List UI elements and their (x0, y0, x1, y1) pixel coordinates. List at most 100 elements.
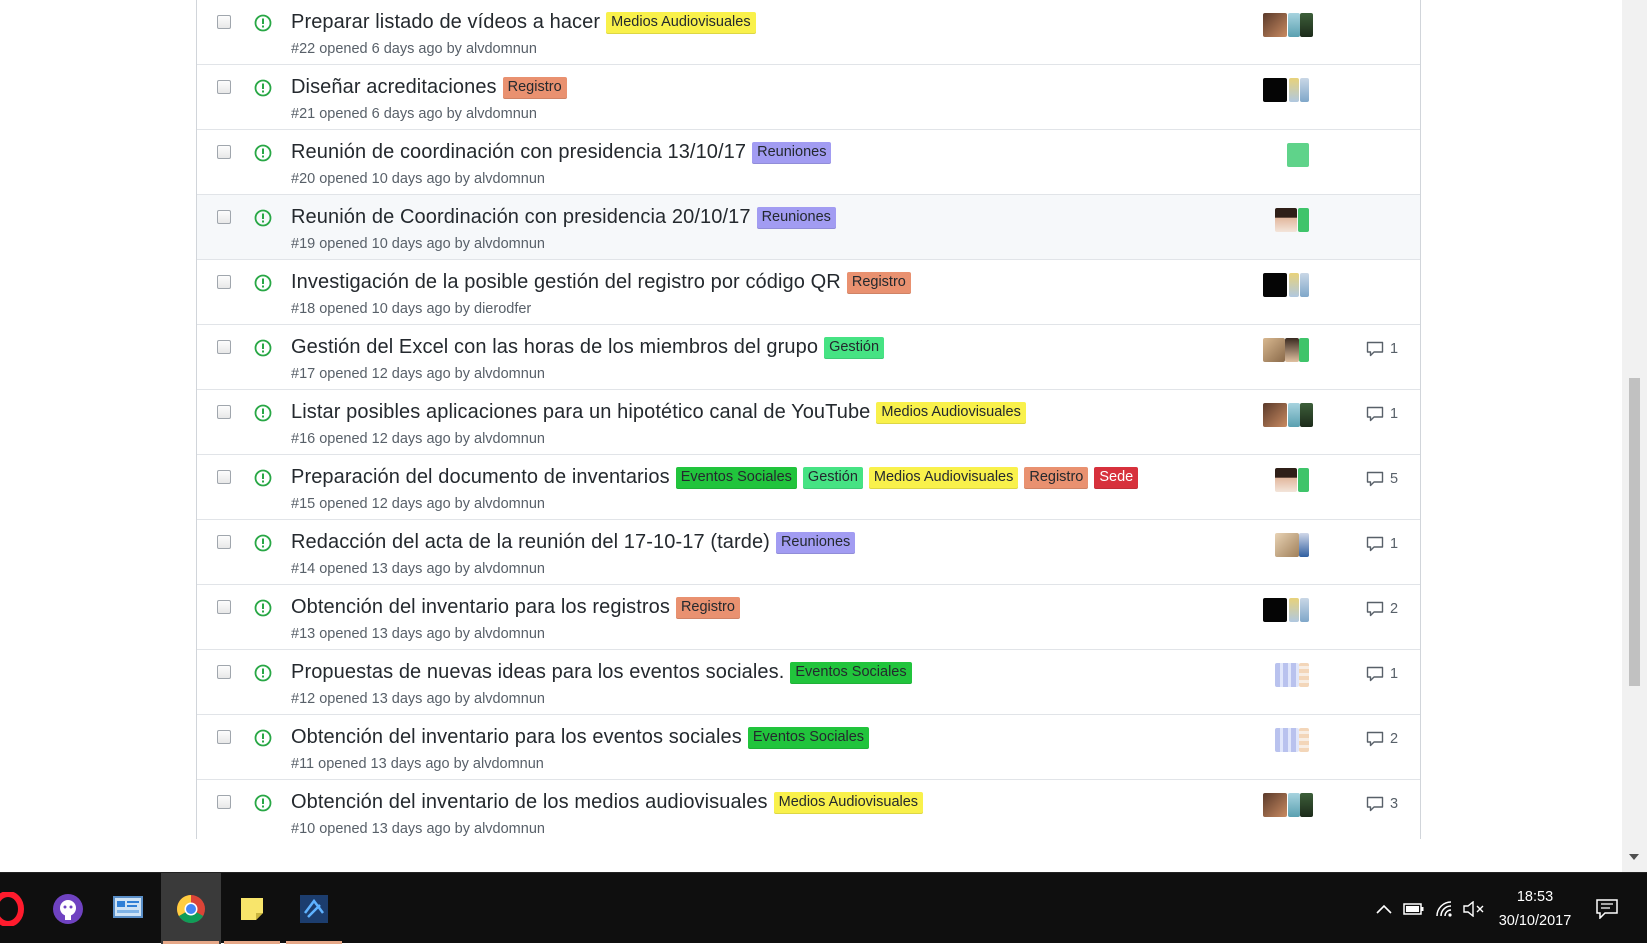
issue-row[interactable]: Diseñar acreditaciones Registro #21 opened… (197, 64, 1420, 129)
issue-checkbox[interactable] (217, 470, 231, 484)
issue-title-link[interactable]: Gestión del Excel con las horas de los m… (291, 336, 818, 359)
issue-label[interactable]: Sede (1094, 466, 1139, 489)
avatar[interactable] (1289, 598, 1299, 622)
comments-link[interactable]: 1 (1366, 406, 1398, 422)
issue-label[interactable]: Gestión (802, 466, 863, 489)
avatar[interactable] (1263, 403, 1287, 427)
avatar[interactable] (1289, 273, 1299, 297)
issue-checkbox[interactable] (217, 405, 231, 419)
issue-label[interactable]: Reuniones (775, 531, 856, 554)
comments-link[interactable]: 1 (1366, 536, 1398, 552)
issue-label[interactable]: Gestión (824, 336, 885, 359)
comments-link[interactable]: 2 (1366, 601, 1398, 617)
avatar[interactable] (1263, 338, 1285, 362)
issue-row[interactable]: Listar posibles aplicaciones para un hip… (197, 389, 1420, 454)
issue-label[interactable]: Reuniones (756, 206, 836, 229)
issue-row[interactable]: Reunión de coordinación con presidencia … (197, 129, 1420, 194)
show-hidden-icons[interactable] (1375, 873, 1393, 944)
avatar[interactable] (1298, 208, 1309, 232)
issue-checkbox[interactable] (217, 730, 231, 744)
issue-title-link[interactable]: Propuestas de nuevas ideas para los even… (291, 661, 784, 684)
avatar[interactable] (1263, 598, 1287, 622)
assignee-avatars[interactable] (1263, 13, 1333, 39)
avatar[interactable] (1300, 78, 1309, 102)
issue-row[interactable]: Propuestas de nuevas ideas para los even… (197, 649, 1420, 714)
avatar[interactable] (1288, 13, 1300, 37)
avatar[interactable] (1300, 403, 1313, 427)
issue-row[interactable]: Gestión del Excel con las horas de los m… (197, 324, 1420, 389)
issue-label[interactable]: Registro (675, 596, 740, 619)
control-panel-icon[interactable] (98, 873, 158, 944)
action-center-icon[interactable] (1596, 873, 1618, 944)
opera-icon[interactable] (0, 873, 38, 944)
chrome-icon[interactable] (161, 873, 221, 944)
issue-checkbox[interactable] (217, 600, 231, 614)
issue-label[interactable]: Registro (846, 271, 911, 294)
avatar[interactable] (1275, 533, 1299, 557)
avatar[interactable] (1299, 663, 1309, 687)
avatar[interactable] (1288, 793, 1300, 817)
avatar[interactable] (1275, 468, 1297, 492)
scrollbar-thumb[interactable] (1629, 378, 1640, 686)
avatar[interactable] (1299, 728, 1309, 752)
assignee-avatars[interactable] (1263, 533, 1333, 559)
issue-label[interactable]: Medios Audiovisuales (868, 466, 1019, 489)
issue-label[interactable]: Registro (502, 76, 567, 99)
issue-title-link[interactable]: Reunión de coordinación con presidencia … (291, 141, 746, 164)
avatar[interactable] (1289, 78, 1299, 102)
assignee-avatars[interactable] (1263, 598, 1333, 624)
issue-row[interactable]: Obtención del inventario para los regist… (197, 584, 1420, 649)
issue-label[interactable]: Eventos Sociales (790, 661, 912, 684)
avatar[interactable] (1275, 208, 1297, 232)
issue-title-link[interactable]: Investigación de la posible gestión del … (291, 271, 841, 294)
avatar[interactable] (1298, 468, 1309, 492)
issue-label[interactable]: Eventos Sociales (675, 466, 797, 489)
comments-link[interactable]: 1 (1366, 666, 1398, 682)
avatar[interactable] (1287, 143, 1309, 167)
issue-title-link[interactable]: Obtención del inventario de los medios a… (291, 791, 768, 814)
issue-checkbox[interactable] (217, 275, 231, 289)
assignee-avatars[interactable] (1263, 78, 1333, 104)
issue-row[interactable]: Reunión de Coordinación con presidencia … (197, 194, 1420, 259)
avatar[interactable] (1263, 793, 1287, 817)
assignee-avatars[interactable] (1263, 793, 1333, 819)
assignee-avatars[interactable] (1263, 338, 1333, 364)
assignee-avatars[interactable] (1263, 728, 1333, 754)
avatar[interactable] (1263, 273, 1287, 297)
assignee-avatars[interactable] (1263, 403, 1333, 429)
comments-link[interactable]: 3 (1366, 796, 1398, 812)
avatar[interactable] (1300, 598, 1309, 622)
avatar[interactable] (1300, 13, 1313, 37)
avatar[interactable] (1299, 533, 1309, 557)
issue-row[interactable]: Preparar listado de vídeos a hacer Medios… (197, 0, 1420, 64)
avatar[interactable] (1299, 338, 1309, 362)
issue-title-link[interactable]: Preparación del documento de inventarios (291, 466, 670, 489)
issue-title-link[interactable]: Preparar listado de vídeos a hacer (291, 11, 600, 34)
issue-checkbox[interactable] (217, 795, 231, 809)
assignee-avatars[interactable] (1263, 468, 1333, 494)
issue-checkbox[interactable] (217, 15, 231, 29)
issue-row[interactable]: Redacción del acta de la reunión del 17-… (197, 519, 1420, 584)
sticky-notes-icon[interactable] (222, 873, 282, 944)
assignee-avatars[interactable] (1263, 143, 1333, 169)
avatar[interactable] (1275, 663, 1299, 687)
issue-checkbox[interactable] (217, 80, 231, 94)
issue-checkbox[interactable] (217, 340, 231, 354)
issue-row[interactable]: Investigación de la posible gestión del … (197, 259, 1420, 324)
assignee-avatars[interactable] (1263, 273, 1333, 299)
volume-muted-icon[interactable] (1463, 873, 1485, 944)
assignee-avatars[interactable] (1263, 663, 1333, 689)
issue-row[interactable]: Obtención del inventario de los medios a… (197, 779, 1420, 839)
comments-link[interactable]: 1 (1366, 341, 1398, 357)
issue-checkbox[interactable] (217, 665, 231, 679)
issue-title-link[interactable]: Diseñar acreditaciones (291, 76, 497, 99)
visual-studio-icon[interactable] (284, 873, 344, 944)
comments-link[interactable]: 5 (1366, 471, 1398, 487)
issue-label[interactable]: Registro (1024, 466, 1089, 489)
github-desktop-icon[interactable] (38, 873, 98, 944)
assignee-avatars[interactable] (1263, 208, 1333, 234)
issue-row[interactable]: Preparación del documento de inventarios… (197, 454, 1420, 519)
avatar[interactable] (1275, 728, 1299, 752)
issue-title-link[interactable]: Reunión de Coordinación con presidencia … (291, 206, 751, 229)
avatar[interactable] (1263, 78, 1287, 102)
